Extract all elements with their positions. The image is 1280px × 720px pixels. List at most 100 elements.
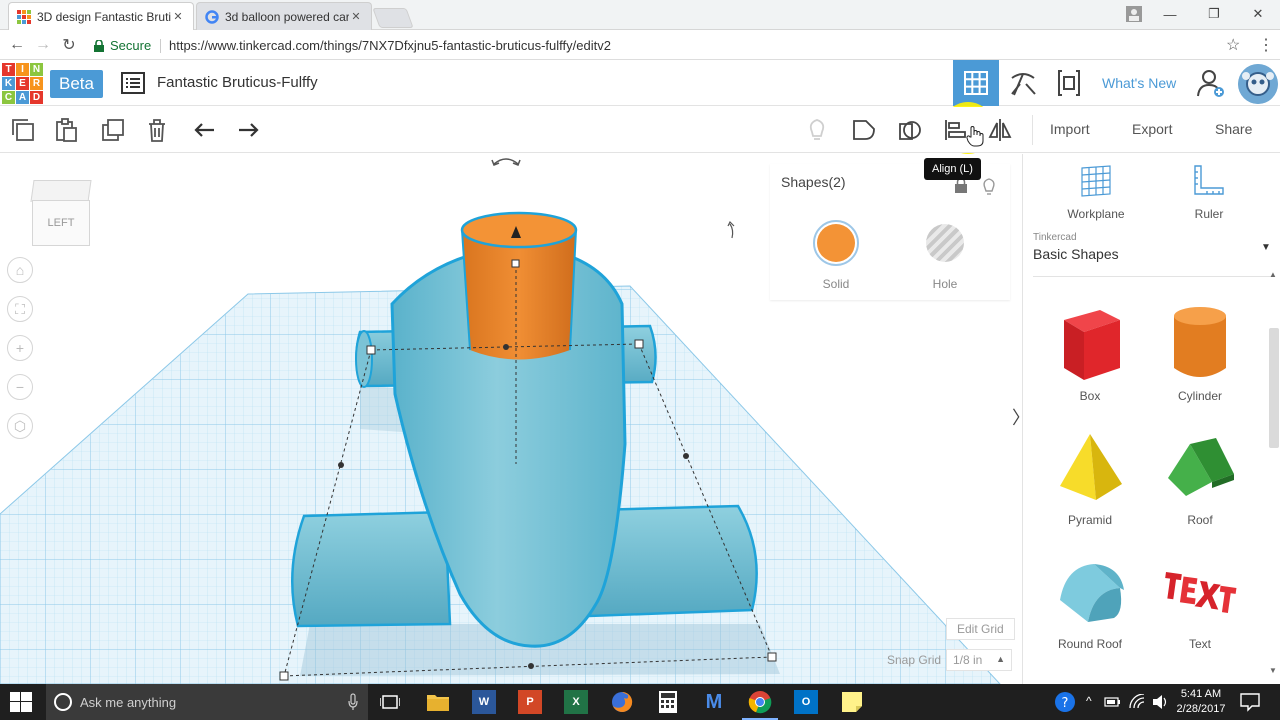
- powerpoint-icon[interactable]: P: [518, 690, 542, 714]
- task-view-icon[interactable]: [378, 690, 402, 714]
- front-wheel-left[interactable]: [291, 510, 452, 628]
- delete-button[interactable]: [142, 115, 172, 145]
- reload-icon[interactable]: ↻: [58, 34, 80, 56]
- firefox-icon[interactable]: [610, 690, 634, 714]
- minimize-icon[interactable]: —: [1148, 0, 1192, 28]
- taskbar-clock[interactable]: 5:41 AM 2/28/2017: [1171, 687, 1231, 717]
- shape-roof[interactable]: Roof: [1150, 426, 1250, 527]
- whats-new-link[interactable]: What's New: [1102, 75, 1176, 91]
- code-blocks-button[interactable]: [1054, 68, 1084, 98]
- 3d-viewport[interactable]: LEFT ⌂ ⛶ + − ⬡ Shapes(2) Solid Hole Alig…: [0, 154, 1022, 684]
- malwarebytes-icon[interactable]: M: [702, 690, 726, 714]
- shape-label: Round Roof: [1057, 637, 1123, 651]
- tab-google-search[interactable]: 3d balloon powered car ✕: [196, 2, 372, 30]
- zoom-in-icon[interactable]: +: [7, 335, 33, 361]
- undo-button[interactable]: [190, 115, 220, 145]
- wifi-icon[interactable]: [1128, 694, 1146, 710]
- library-select[interactable]: Basic Shapes: [1033, 246, 1119, 262]
- hole-option[interactable]: [922, 220, 968, 266]
- chevron-down-icon[interactable]: ▼: [1261, 242, 1271, 253]
- back-icon[interactable]: ←: [6, 34, 28, 56]
- browser-menu-icon[interactable]: ⋮: [1258, 35, 1274, 55]
- ungroup-button[interactable]: [895, 115, 925, 145]
- view-cube[interactable]: LEFT: [30, 180, 92, 248]
- ungroup-icon: [899, 121, 921, 140]
- build-mode-button[interactable]: [1008, 68, 1038, 98]
- battery-icon[interactable]: [1104, 694, 1122, 710]
- add-user-button[interactable]: [1196, 68, 1226, 98]
- export-button[interactable]: Export: [1132, 121, 1172, 137]
- zoom-out-icon[interactable]: −: [7, 374, 33, 400]
- workplane-tool[interactable]: Workplane: [1051, 164, 1141, 221]
- ruler-tool[interactable]: Ruler: [1164, 164, 1254, 221]
- paste-button[interactable]: [51, 115, 81, 145]
- action-center-icon[interactable]: [1240, 692, 1260, 712]
- tab-close-icon[interactable]: ✕: [349, 10, 363, 23]
- grid-icon: [964, 71, 988, 95]
- word-icon[interactable]: W: [472, 690, 496, 714]
- group-icon: [853, 120, 875, 140]
- file-explorer-icon[interactable]: [426, 690, 450, 714]
- orange-cylinder[interactable]: [460, 211, 578, 360]
- forward-icon[interactable]: →: [32, 34, 54, 56]
- windows-start-icon[interactable]: [10, 692, 32, 712]
- fit-view-icon[interactable]: ⛶: [7, 296, 33, 322]
- panel-scrollbar[interactable]: [1269, 328, 1279, 448]
- shape-box[interactable]: Box: [1040, 302, 1140, 403]
- copy-button[interactable]: [8, 115, 38, 145]
- home-view-icon[interactable]: ⌂: [7, 257, 33, 283]
- microphone-icon[interactable]: [348, 693, 358, 711]
- url-input[interactable]: https://www.tinkercad.com/things/7NX7Dfx…: [169, 38, 611, 53]
- outlook-icon[interactable]: O: [794, 690, 818, 714]
- redo-button[interactable]: [233, 115, 263, 145]
- panel-collapse-chevron-icon[interactable]: 〉: [1012, 404, 1022, 428]
- snap-grid-select[interactable]: 1/8 in ▲: [946, 649, 1012, 671]
- shape-cylinder[interactable]: Cylinder: [1150, 302, 1250, 403]
- view-cube-face[interactable]: LEFT: [32, 200, 90, 246]
- volume-icon[interactable]: [1152, 694, 1170, 710]
- scroll-up-icon[interactable]: ▲: [1269, 270, 1277, 279]
- calculator-icon[interactable]: [656, 690, 680, 714]
- avatar[interactable]: [1238, 64, 1278, 104]
- sticky-notes-icon[interactable]: [840, 690, 864, 714]
- lock-shape-icon[interactable]: [954, 178, 968, 194]
- shape-text[interactable]: Text: [1150, 550, 1250, 651]
- help-icon[interactable]: ?: [1054, 691, 1076, 713]
- tab-tinkercad[interactable]: 3D design Fantastic Bruti ✕: [8, 2, 194, 30]
- window-close-icon[interactable]: ✕: [1236, 0, 1280, 28]
- perspective-icon[interactable]: ⬡: [7, 413, 33, 439]
- edit-grid-button[interactable]: Edit Grid: [946, 618, 1015, 640]
- secure-indicator[interactable]: Secure: [94, 38, 151, 53]
- snap-grid-label: Snap Grid: [887, 653, 942, 667]
- scroll-down-icon[interactable]: ▼: [1269, 666, 1277, 675]
- 3d-view-button[interactable]: [953, 60, 999, 106]
- mirror-button[interactable]: [985, 115, 1015, 145]
- maximize-icon[interactable]: ❐: [1192, 0, 1236, 28]
- new-tab-button[interactable]: [372, 8, 414, 28]
- pickaxe-icon: [1011, 73, 1036, 96]
- cortana-search-box[interactable]: Ask me anything: [46, 684, 368, 720]
- tinkercad-logo[interactable]: T I N K E R C A D: [2, 63, 43, 104]
- shape-pyramid[interactable]: Pyramid: [1040, 426, 1140, 527]
- bookmark-star-icon[interactable]: ☆: [1226, 35, 1240, 55]
- show-hidden-icons-chevron-icon[interactable]: ^: [1086, 694, 1092, 708]
- code-blocks-icon: [1058, 70, 1080, 96]
- clock-date: 2/28/2017: [1176, 703, 1226, 715]
- import-button[interactable]: Import: [1050, 121, 1090, 137]
- tab-close-icon[interactable]: ✕: [171, 10, 185, 23]
- duplicate-button[interactable]: [98, 115, 128, 145]
- share-button[interactable]: Share: [1215, 121, 1252, 137]
- shape-round-roof[interactable]: Round Roof: [1040, 550, 1140, 651]
- solid-option[interactable]: [813, 220, 859, 266]
- design-title[interactable]: Fantastic Bruticus-Fulffy: [157, 74, 318, 91]
- group-button[interactable]: [849, 115, 879, 145]
- library-source: Tinkercad: [1033, 232, 1077, 243]
- hide-shape-bulb-icon[interactable]: [982, 178, 996, 196]
- excel-icon[interactable]: X: [564, 690, 588, 714]
- rotate-handle-icon[interactable]: [729, 223, 734, 239]
- shape-label: Cylinder: [1177, 389, 1222, 403]
- light-bulb-button[interactable]: [802, 115, 832, 145]
- chrome-icon[interactable]: [742, 690, 778, 720]
- design-list-icon[interactable]: [121, 72, 145, 94]
- view-cube-top[interactable]: [30, 180, 92, 202]
